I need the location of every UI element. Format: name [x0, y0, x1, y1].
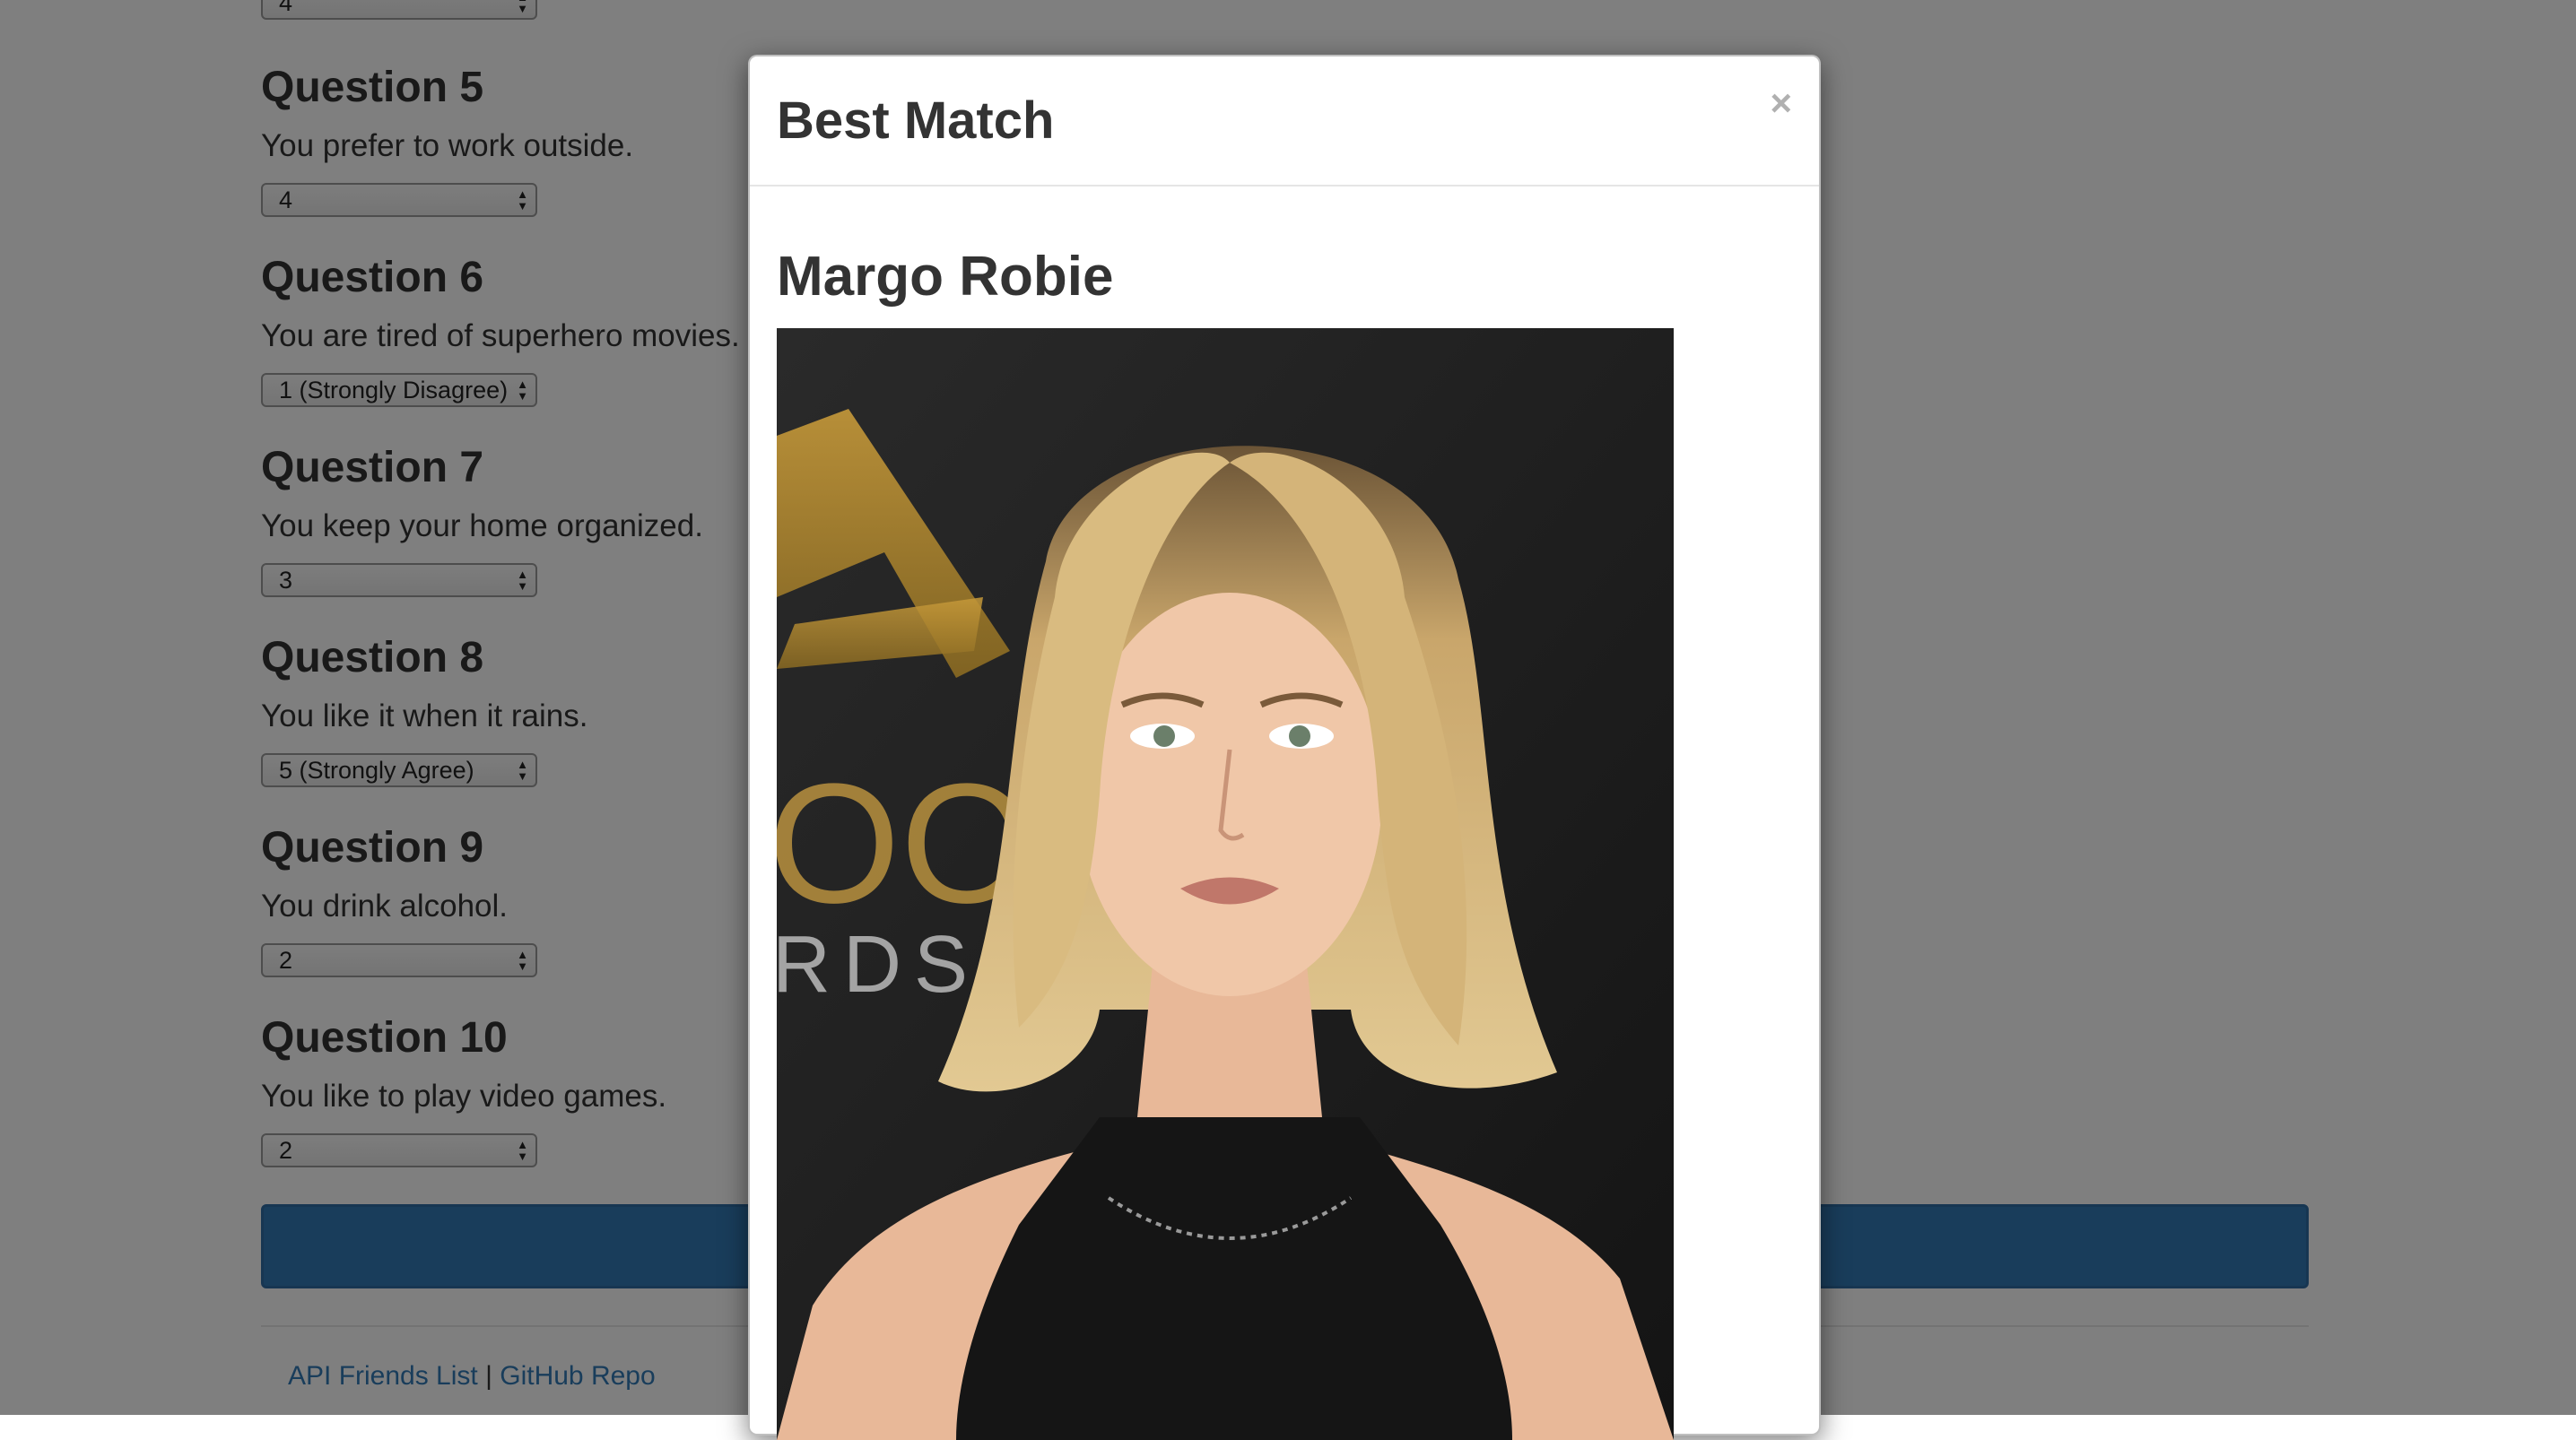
match-photo: OO RDS: [777, 328, 1674, 1440]
modal-header: Best Match ×: [750, 56, 1819, 187]
best-match-modal: Best Match × Margo Robie OO RDS: [748, 55, 1821, 1440]
match-name: Margo Robie: [777, 246, 1114, 308]
modal-title: Best Match: [777, 91, 1055, 150]
close-icon[interactable]: ×: [1770, 82, 1792, 125]
svg-text:RDS: RDS: [777, 920, 980, 1010]
